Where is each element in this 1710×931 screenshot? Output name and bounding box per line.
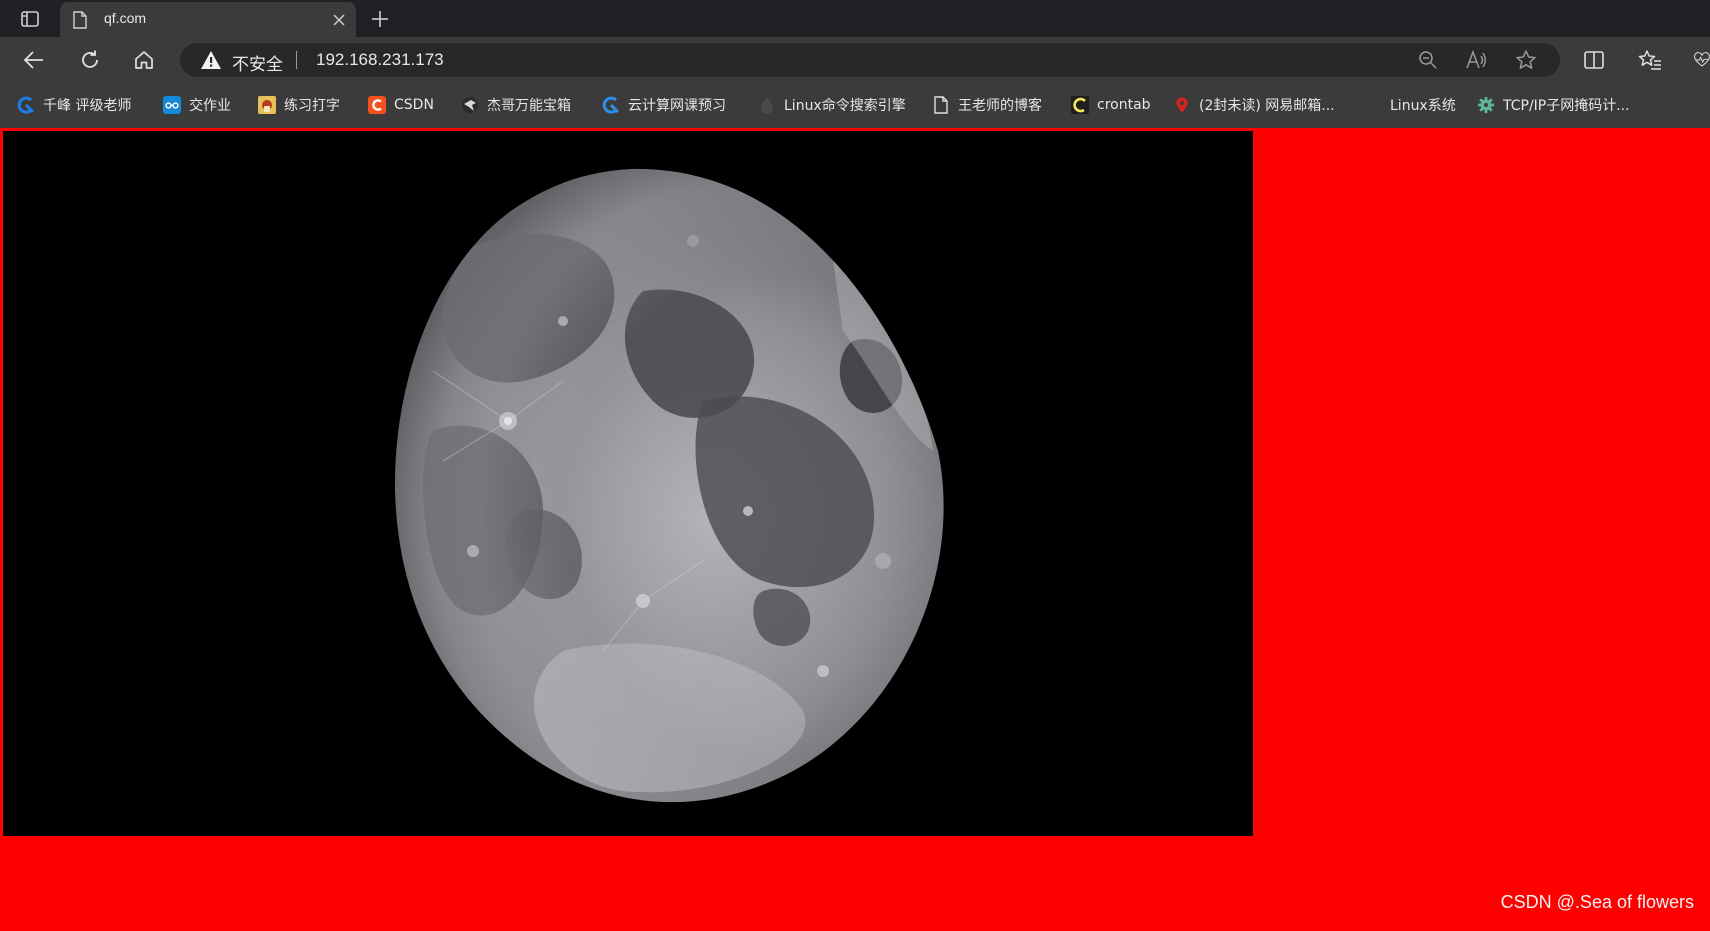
- plus-icon: [372, 11, 388, 27]
- warning-icon: [201, 51, 221, 69]
- zoom-out-icon: [1419, 51, 1437, 69]
- netease-icon: [1173, 96, 1191, 114]
- tab-actions-icon: [21, 11, 39, 27]
- watermark-text: CSDN @.Sea of flowers: [1500, 892, 1694, 912]
- url-text[interactable]: 192.168.231.173: [316, 50, 444, 70]
- bookmark-label: (2封未读) 网易邮箱...: [1199, 98, 1335, 114]
- moon-graphic: [3, 131, 1253, 836]
- new-tab-button[interactable]: [364, 5, 396, 33]
- read-aloud-button[interactable]: [1462, 47, 1490, 73]
- address-bar[interactable]: 不安全 192.168.231.173: [180, 43, 1560, 77]
- c-icon: [1071, 96, 1089, 114]
- address-separator: [296, 51, 297, 69]
- eagle-icon: [461, 96, 479, 114]
- bookmark-item[interactable]: 云计算网课预习: [602, 92, 726, 118]
- split-screen-button[interactable]: [1576, 44, 1612, 76]
- bookmark-label: 千峰 评级老师: [43, 98, 132, 114]
- bookmark-item[interactable]: 王老师的博客: [932, 92, 1042, 118]
- home-button[interactable]: [126, 44, 162, 76]
- bookmark-label: 交作业: [189, 98, 231, 114]
- arrow-left-icon: [23, 51, 43, 69]
- typing-icon: [258, 96, 276, 114]
- bookmark-item[interactable]: TCP/IP子网掩码计...: [1477, 92, 1630, 118]
- bookmark-label: 王老师的博客: [958, 98, 1042, 114]
- bookmark-item[interactable]: (2封未读) 网易邮箱...: [1173, 92, 1335, 118]
- bookmark-item[interactable]: CSDN: [368, 92, 434, 118]
- bookmark-item[interactable]: Linux系统: [1390, 92, 1456, 118]
- close-icon: [333, 14, 345, 26]
- bookmark-item[interactable]: crontab: [1071, 92, 1151, 118]
- star-icon: [1516, 50, 1536, 69]
- bookmark-label: 杰哥万能宝箱: [487, 98, 571, 114]
- page-icon: [932, 96, 950, 114]
- refresh-icon: [82, 50, 98, 68]
- bookmark-label: 练习打字: [284, 98, 340, 114]
- bookmark-label: CSDN: [394, 97, 434, 113]
- toolbar: 不安全 192.168.231.173: [0, 37, 1710, 83]
- gear-icon: [1477, 96, 1495, 114]
- bookmark-label: crontab: [1097, 97, 1151, 113]
- link-icon: [163, 96, 181, 114]
- page-viewport: CSDN @.Sea of flowers: [0, 128, 1710, 931]
- favorites-list-icon: [1638, 50, 1661, 70]
- drop-icon: [758, 96, 776, 114]
- bookmark-item[interactable]: 千峰 评级老师: [17, 92, 131, 118]
- tab-active[interactable]: qf.com: [60, 2, 356, 37]
- tab-title: qf.com: [104, 10, 147, 26]
- tab-strip: qf.com: [0, 0, 1710, 37]
- tab-close-button[interactable]: [328, 9, 350, 31]
- heartbeat-icon: [1694, 52, 1710, 67]
- bookmark-item[interactable]: 杰哥万能宝箱: [461, 92, 571, 118]
- bookmark-label: 云计算网课预习: [628, 98, 726, 114]
- bookmark-label: Linux命令搜索引擎: [784, 98, 906, 114]
- read-aloud-icon: [1466, 50, 1486, 69]
- favorites-button[interactable]: [1632, 44, 1668, 76]
- security-label[interactable]: 不安全: [232, 50, 283, 75]
- bookmark-item[interactable]: Linux命令搜索引擎: [758, 92, 906, 118]
- split-screen-icon: [1584, 51, 1604, 69]
- bookmark-label: TCP/IP子网掩码计...: [1503, 98, 1630, 114]
- qf-logo-icon: [602, 96, 620, 114]
- browser-window: qf.com 不安全 192.168.231.173 千峰 评级老师 交作业 练…: [0, 0, 1710, 931]
- home-icon: [135, 51, 153, 69]
- bookmark-item[interactable]: 交作业: [163, 92, 231, 118]
- browser-essentials-button[interactable]: [1684, 44, 1710, 76]
- zoom-out-button[interactable]: [1414, 47, 1442, 73]
- moon-image: [3, 131, 1253, 836]
- page-icon: [73, 11, 87, 29]
- qf-logo-icon: [17, 96, 35, 114]
- back-button[interactable]: [16, 44, 52, 76]
- bookmarks-bar: 千峰 评级老师 交作业 练习打字 CSDN 杰哥万能宝箱 云计算网课预习 Lin…: [0, 83, 1710, 128]
- tab-actions-button[interactable]: [8, 5, 52, 33]
- refresh-button[interactable]: [72, 44, 108, 76]
- favorite-button[interactable]: [1512, 47, 1540, 73]
- bookmark-label: Linux系统: [1390, 98, 1456, 114]
- bookmark-item[interactable]: 练习打字: [258, 92, 340, 118]
- csdn-icon: [368, 96, 386, 114]
